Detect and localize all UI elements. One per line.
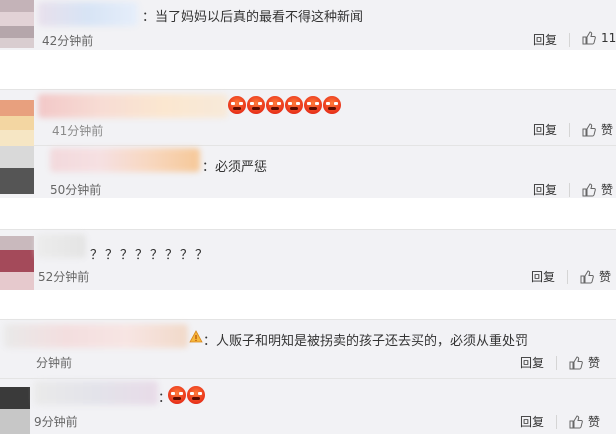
angry-face-icon bbox=[228, 96, 246, 114]
reply-button[interactable]: 回复 bbox=[533, 181, 557, 198]
like-label: 赞 bbox=[599, 270, 612, 284]
reply-button[interactable]: 回复 bbox=[533, 121, 557, 138]
comment-text: ？？？？？？？？ bbox=[90, 248, 211, 263]
thumbs-up-icon bbox=[582, 31, 596, 45]
angry-face-icon bbox=[168, 386, 186, 404]
comment-text: ：人贩子和明知是被拐卖的孩子还去买的，必须从重处罚 bbox=[203, 334, 529, 349]
blurred-username[interactable] bbox=[38, 94, 228, 118]
angry-face-icon bbox=[323, 96, 341, 114]
angry-face-icon bbox=[304, 96, 322, 114]
like-label: 赞 bbox=[588, 415, 601, 429]
angry-face-icon bbox=[285, 96, 303, 114]
thumbs-up-icon bbox=[582, 182, 596, 196]
comment-time: 分钟前 bbox=[36, 356, 73, 370]
like-button[interactable]: 赞 bbox=[580, 268, 611, 285]
comment-text: ：必须严惩 bbox=[202, 160, 268, 175]
separator bbox=[556, 415, 557, 429]
comment-time: 42分钟前 bbox=[42, 34, 94, 48]
like-button[interactable]: 11 bbox=[582, 31, 616, 45]
like-button[interactable]: 赞 bbox=[569, 413, 600, 430]
like-label: 赞 bbox=[601, 183, 614, 197]
thumbs-up-icon bbox=[580, 269, 594, 283]
angry-face-icon bbox=[266, 96, 284, 114]
reply-button[interactable]: 回复 bbox=[520, 354, 544, 371]
separator bbox=[567, 270, 568, 284]
comment-time: 9分钟前 bbox=[34, 415, 78, 429]
separator bbox=[569, 33, 570, 47]
blurred-username[interactable] bbox=[4, 324, 188, 348]
warning-icon bbox=[189, 330, 203, 343]
angry-face-icon bbox=[247, 96, 265, 114]
separator bbox=[556, 356, 557, 370]
like-button[interactable]: 赞 bbox=[569, 354, 600, 371]
comment-time: 52分钟前 bbox=[38, 270, 90, 284]
thumbs-up-icon bbox=[569, 355, 583, 369]
comment-item: ：必须严惩 50分钟前 回复 赞 bbox=[0, 146, 616, 206]
comment-text: ：当了妈妈以后真的最看不得这种新闻 bbox=[142, 10, 364, 25]
emoji-group bbox=[228, 96, 342, 114]
comment-item: ：当了妈妈以后真的最看不得这种新闻 42分钟前 回复 11 bbox=[0, 0, 616, 60]
avatar[interactable] bbox=[0, 236, 34, 290]
emoji-group bbox=[168, 386, 206, 404]
avatar[interactable] bbox=[0, 387, 30, 434]
comment-item: ：人贩子和明知是被拐卖的孩子还去买的，必须从重处罚 分钟前 回复 赞 bbox=[0, 320, 616, 380]
avatar[interactable] bbox=[0, 146, 34, 194]
comment-time: 50分钟前 bbox=[50, 183, 102, 197]
like-label: 赞 bbox=[601, 123, 614, 137]
blurred-username[interactable] bbox=[36, 234, 86, 258]
reply-button[interactable]: 回复 bbox=[533, 31, 557, 48]
comment-item: ： 9分钟前 回复 赞 bbox=[0, 379, 616, 434]
blurred-username[interactable] bbox=[38, 2, 138, 26]
like-count: 11 bbox=[601, 31, 616, 45]
avatar[interactable] bbox=[0, 100, 34, 150]
like-button[interactable]: 赞 bbox=[582, 121, 613, 138]
blurred-username[interactable] bbox=[50, 148, 200, 172]
angry-face-icon bbox=[187, 386, 205, 404]
blurred-username[interactable] bbox=[34, 381, 158, 405]
thumbs-up-icon bbox=[569, 414, 583, 428]
avatar[interactable] bbox=[0, 0, 34, 48]
reply-button[interactable]: 回复 bbox=[531, 268, 555, 285]
thumbs-up-icon bbox=[582, 122, 596, 136]
comment-item: ？？？？？？？？ 52分钟前 回复 赞 bbox=[0, 230, 616, 290]
like-label: 赞 bbox=[588, 356, 601, 370]
like-button[interactable]: 赞 bbox=[582, 181, 613, 198]
separator bbox=[569, 183, 570, 197]
comment-time: 41分钟前 bbox=[52, 124, 104, 138]
comment-item: 41分钟前 回复 赞 bbox=[0, 90, 616, 150]
reply-button[interactable]: 回复 bbox=[520, 413, 544, 430]
separator bbox=[569, 123, 570, 137]
